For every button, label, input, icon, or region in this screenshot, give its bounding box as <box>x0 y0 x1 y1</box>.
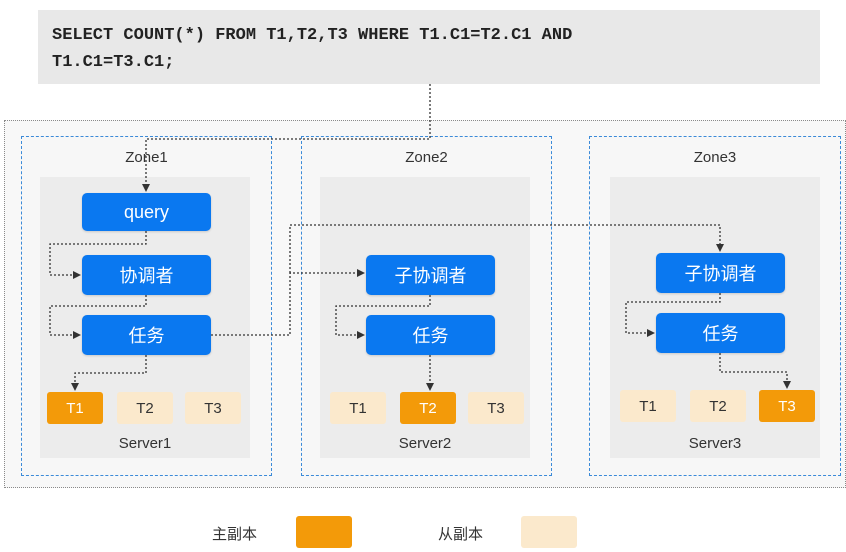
server-2-label: Server2 <box>398 435 452 452</box>
task-node-zone-2[interactable]: 任务 <box>366 315 495 355</box>
zone-1-title: Zone1 <box>125 149 168 166</box>
legend-follower-label: 从副本 <box>438 526 484 543</box>
legend-leader-swatch <box>296 516 352 548</box>
legend-leader-label: 主副本 <box>212 526 258 543</box>
zone-2-title: Zone2 <box>405 149 448 166</box>
replica-t1-zone-3: T1 <box>620 390 676 422</box>
sub-coordinator-node-zone-2[interactable]: 子协调者 <box>366 255 495 295</box>
sub-coordinator-node-zone-3[interactable]: 子协调者 <box>656 253 785 293</box>
replica-t2-zone-1: T2 <box>117 392 173 424</box>
replica-t3-zone-1: T3 <box>185 392 241 424</box>
task-node-zone-1[interactable]: 任务 <box>82 315 211 355</box>
replica-t2-zone-2: T2 <box>400 392 456 424</box>
replica-t1-zone-1: T1 <box>47 392 103 424</box>
replica-t2-zone-3: T2 <box>690 390 746 422</box>
legend-follower-swatch <box>521 516 577 548</box>
coordinator-node[interactable]: 协调者 <box>82 255 211 295</box>
zone-3-title: Zone3 <box>693 149 737 166</box>
server-3-label: Server3 <box>688 435 742 452</box>
server-1-label: Server1 <box>118 435 172 452</box>
sql-statement: SELECT COUNT(*) FROM T1,T2,T3 WHERE T1.C… <box>38 10 820 84</box>
task-node-zone-3[interactable]: 任务 <box>656 313 785 353</box>
replica-t3-zone-3: T3 <box>759 390 815 422</box>
query-node[interactable]: query <box>82 193 211 231</box>
replica-t1-zone-2: T1 <box>330 392 386 424</box>
replica-t3-zone-2: T3 <box>468 392 524 424</box>
